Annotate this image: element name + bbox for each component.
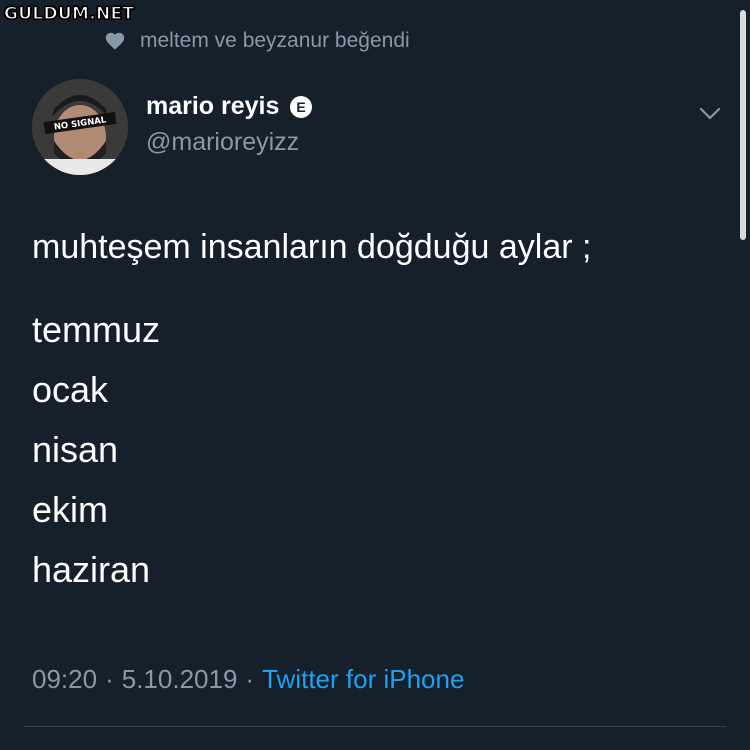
author-name-row[interactable]: mario reyis E <box>146 92 313 121</box>
e-badge-icon: E <box>289 95 313 119</box>
tweet-intro-text: muhteşem insanların doğduğu aylar ; <box>32 228 592 266</box>
author-name[interactable]: mario reyis <box>146 92 279 121</box>
liked-by-text: meltem ve beyzanur beğendi <box>140 29 410 52</box>
heart-icon <box>104 30 126 52</box>
meta-separator: · <box>245 664 255 694</box>
meta-separator: · <box>105 664 114 694</box>
chevron-down-icon[interactable] <box>697 100 723 126</box>
list-item: nisan <box>32 429 119 470</box>
divider <box>24 726 726 727</box>
liked-by-row: meltem ve beyzanur beğendi <box>104 26 410 56</box>
list-item: haziran <box>32 549 151 590</box>
author-handle[interactable]: @marioreyizz <box>146 128 299 157</box>
list-item: ocak <box>32 369 109 410</box>
tweet-meta: 09:20 · 5.10.2019 · Twitter for iPhone <box>32 664 464 695</box>
watermark-logo: GULDUM.NET <box>3 3 135 24</box>
list-item: ekim <box>32 489 109 530</box>
tweet-date[interactable]: 5.10.2019 <box>122 664 238 695</box>
scrollbar[interactable] <box>740 10 746 240</box>
avatar[interactable]: NO SIGNAL <box>32 79 128 175</box>
month-list: temmuz ocak nisan ekim haziran <box>32 300 160 600</box>
tweet-screenshot: GULDUM.NET meltem ve beyzanur beğendi NO… <box>0 0 750 750</box>
svg-text:E: E <box>297 99 306 115</box>
tweet-source-link[interactable]: Twitter for iPhone <box>262 664 464 695</box>
list-item: temmuz <box>32 309 161 350</box>
tweet-time[interactable]: 09:20 <box>32 664 97 695</box>
